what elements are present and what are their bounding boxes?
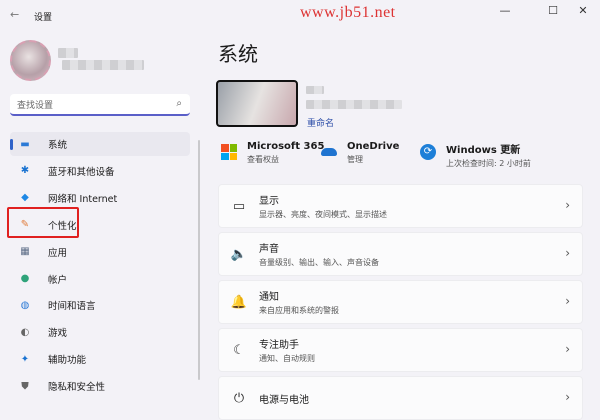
monitor-icon: ▬: [20, 138, 30, 150]
card-subtitle: 来自应用和系统的警报: [259, 306, 339, 315]
shield-icon: ⛊: [21, 380, 29, 392]
sidebar-item-label: 时间和语言: [48, 301, 96, 313]
microsoft-logo-icon: [221, 144, 237, 160]
bell-icon: 🔔: [230, 294, 248, 310]
highlight-box: [7, 207, 79, 238]
card-subtitle: 显示器、亮度、夜间模式、显示描述: [259, 210, 387, 219]
minimize-button[interactable]: —: [495, 4, 515, 17]
sidebar-item-label: 游戏: [48, 328, 68, 340]
search-icon: ⌕: [176, 98, 182, 109]
settings-card-0[interactable]: ▭ 显示显示器、亮度、夜间模式、显示描述 ›: [218, 184, 583, 228]
globe-icon: ◍: [20, 299, 30, 311]
rename-link[interactable]: 重命名: [307, 116, 334, 129]
user-email-blurred: [62, 60, 144, 70]
settings-card-4[interactable]: ⏻ 电源与电池 ›: [218, 376, 583, 420]
sidebar-item-label: 隐私和安全性: [48, 382, 106, 394]
device-model-blurred: [306, 100, 402, 109]
sidebar-item-7[interactable]: ◐ 游戏: [10, 320, 190, 344]
wifi-icon: ◆: [21, 192, 29, 204]
quick-windows-update[interactable]: ⟳ Windows 更新上次检查时间: 2 小时前: [420, 141, 531, 169]
user-name-blurred: [58, 48, 78, 58]
apps-icon: ▦: [20, 246, 30, 258]
maximize-button[interactable]: ☐: [543, 4, 563, 17]
chevron-right-icon: ›: [565, 246, 570, 260]
quick-title: OneDrive: [347, 141, 400, 152]
sidebar-item-label: 网络和 Internet: [48, 193, 118, 205]
close-button[interactable]: ✕: [573, 4, 593, 17]
account-icon: ●: [20, 273, 30, 284]
quick-sub: 管理: [347, 155, 363, 164]
search-input[interactable]: 查找设置 ⌕: [10, 94, 190, 116]
sidebar-item-label: 辅助功能: [48, 355, 87, 367]
settings-card-2[interactable]: 🔔 通知来自应用和系统的警报 ›: [218, 280, 583, 324]
accessibility-icon: ✦: [20, 353, 30, 365]
sidebar-item-8[interactable]: ✦ 辅助功能: [10, 347, 190, 371]
sidebar-item-label: 应用: [48, 247, 68, 259]
moon-icon: ☾: [233, 342, 245, 358]
card-title: 显示: [259, 196, 279, 207]
sidebar-item-6[interactable]: ◍ 时间和语言: [10, 293, 190, 317]
sidebar-item-1[interactable]: ✱ 蓝牙和其他设备: [10, 159, 190, 183]
quick-title: Microsoft 365: [247, 141, 325, 152]
window-title: 设置: [34, 13, 53, 23]
card-subtitle: 音量级别、输出、输入、声音设备: [259, 258, 379, 267]
chevron-right-icon: ›: [565, 294, 570, 308]
sidebar-item-label: 蓝牙和其他设备: [48, 166, 115, 178]
quick-microsoft365[interactable]: Microsoft 365 查看权益: [221, 141, 324, 165]
quick-sub: 查看权益: [247, 155, 279, 164]
chevron-right-icon: ›: [565, 198, 570, 212]
device-wallpaper-thumbnail: [216, 80, 298, 127]
card-title: 声音: [259, 244, 279, 255]
game-icon: ◐: [20, 326, 30, 338]
sync-icon: ⟳: [420, 144, 436, 160]
sidebar-item-label: 帐户: [48, 274, 68, 286]
card-title: 通知: [259, 292, 279, 303]
sidebar-scrollbar[interactable]: [198, 140, 200, 380]
quick-sub: 上次检查时间: 2 小时前: [446, 159, 531, 168]
bluetooth-icon: ✱: [20, 165, 30, 177]
search-placeholder: 查找设置: [17, 101, 54, 111]
sidebar-item-label: 系统: [48, 140, 68, 151]
laptop-icon: ▭: [232, 198, 246, 214]
speaker-icon: 🔈: [230, 246, 248, 262]
settings-card-1[interactable]: 🔈 声音音量级别、输出、输入、声音设备 ›: [218, 232, 583, 276]
quick-title: Windows 更新: [446, 145, 521, 156]
page-title: 系统: [218, 42, 258, 66]
sidebar-item-0[interactable]: ▬ 系统: [10, 132, 190, 156]
chevron-right-icon: ›: [565, 342, 570, 356]
sidebar-item-9[interactable]: ⛊ 隐私和安全性: [10, 374, 190, 398]
avatar[interactable]: [10, 40, 51, 81]
card-title: 电源与电池: [259, 394, 309, 406]
back-button[interactable]: ←: [10, 8, 19, 21]
settings-card-3[interactable]: ☾ 专注助手通知、自动规则 ›: [218, 328, 583, 372]
quick-onedrive[interactable]: OneDrive 管理: [321, 141, 399, 165]
card-subtitle: 通知、自动规则: [259, 354, 315, 363]
sidebar-item-5[interactable]: ● 帐户: [10, 267, 190, 291]
cloud-icon: [321, 148, 337, 156]
device-name-blurred: [306, 86, 324, 94]
card-title: 专注助手: [259, 340, 299, 351]
power-icon: ⏻: [233, 390, 245, 406]
watermark: www.jb51.net: [300, 4, 396, 21]
sidebar-item-4[interactable]: ▦ 应用: [10, 240, 190, 264]
